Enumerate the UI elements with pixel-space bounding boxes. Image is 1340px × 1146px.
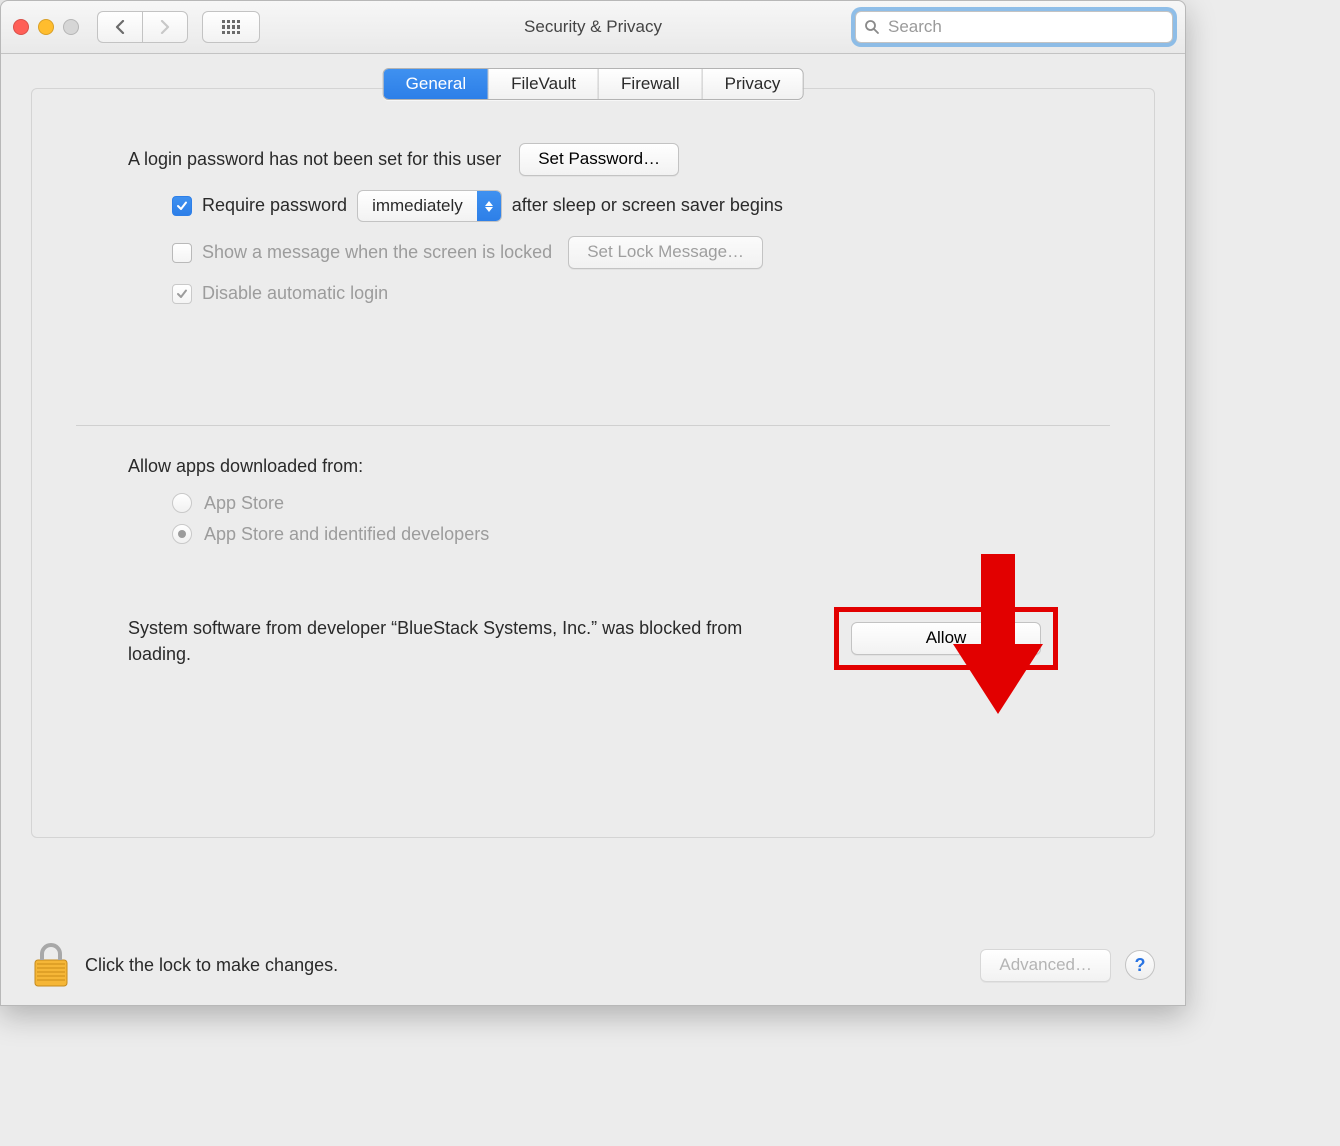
window-controls <box>13 19 79 35</box>
forward-button <box>142 11 188 43</box>
stepper-arrows-icon <box>477 191 501 221</box>
allow-apps-identified-radio <box>172 524 192 544</box>
allow-apps-heading: Allow apps downloaded from: <box>128 456 1058 477</box>
footer: Click the lock to make changes. Advanced… <box>1 925 1185 1005</box>
require-password-delay-value: immediately <box>358 196 477 216</box>
set-lock-message-button: Set Lock Message… <box>568 236 763 269</box>
require-password-checkbox[interactable] <box>172 196 192 216</box>
disable-autologin-checkbox <box>172 284 192 304</box>
checkmark-icon <box>176 200 188 212</box>
require-password-pre: Require password <box>202 195 347 217</box>
chevron-left-icon <box>114 20 126 34</box>
close-window-button[interactable] <box>13 19 29 35</box>
tab-filevault[interactable]: FileVault <box>489 69 599 99</box>
allow-button[interactable]: Allow <box>851 622 1041 655</box>
panel-divider <box>76 425 1110 426</box>
allow-apps-identified-row: App Store and identified developers <box>172 524 1058 545</box>
allow-apps-appstore-radio <box>172 493 192 513</box>
tab-firewall[interactable]: Firewall <box>599 69 703 99</box>
nav-back-forward <box>97 11 188 43</box>
allow-apps-identified-label: App Store and identified developers <box>204 524 489 545</box>
advanced-button[interactable]: Advanced… <box>980 949 1111 982</box>
disable-autologin-label: Disable automatic login <box>202 283 388 305</box>
tab-bar: General FileVault Firewall Privacy <box>383 68 804 100</box>
blocked-software-text: System software from developer “BlueStac… <box>128 615 788 667</box>
grid-icon <box>222 20 240 34</box>
require-password-post: after sleep or screen saver begins <box>512 195 783 217</box>
search-field-wrap[interactable] <box>855 11 1173 43</box>
back-button[interactable] <box>97 11 142 43</box>
allow-apps-appstore-row: App Store <box>172 493 1058 514</box>
preferences-body: General FileVault Firewall Privacy A log… <box>1 54 1185 925</box>
chevron-right-icon <box>159 20 171 34</box>
minimize-window-button[interactable] <box>38 19 54 35</box>
tab-privacy[interactable]: Privacy <box>703 69 803 99</box>
show-message-row: Show a message when the screen is locked… <box>172 236 1058 269</box>
login-password-row: A login password has not been set for th… <box>128 143 1058 176</box>
allow-annotation-frame: Allow <box>834 607 1058 670</box>
search-input[interactable] <box>886 16 1164 38</box>
set-password-button[interactable]: Set Password… <box>519 143 679 176</box>
checkmark-icon <box>176 288 188 300</box>
require-password-row: Require password immediately after sleep… <box>172 190 1058 222</box>
show-all-prefs-button[interactable] <box>202 11 260 43</box>
help-button[interactable]: ? <box>1125 950 1155 980</box>
tab-general[interactable]: General <box>384 69 489 99</box>
show-message-label: Show a message when the screen is locked <box>202 242 552 264</box>
titlebar: Security & Privacy <box>1 1 1185 54</box>
blocked-software-wrap: System software from developer “BlueStac… <box>128 615 1058 670</box>
lock-icon[interactable] <box>31 942 71 988</box>
general-panel: A login password has not been set for th… <box>31 88 1155 838</box>
security-privacy-window: Security & Privacy General FileVault Fir… <box>0 0 1186 1006</box>
allow-apps-appstore-label: App Store <box>204 493 284 514</box>
search-icon <box>864 19 880 35</box>
disable-autologin-row: Disable automatic login <box>172 283 1058 305</box>
zoom-window-button <box>63 19 79 35</box>
login-password-text: A login password has not been set for th… <box>128 149 501 171</box>
show-message-checkbox[interactable] <box>172 243 192 263</box>
lock-hint-text: Click the lock to make changes. <box>85 955 338 976</box>
require-password-delay-select[interactable]: immediately <box>357 190 502 222</box>
